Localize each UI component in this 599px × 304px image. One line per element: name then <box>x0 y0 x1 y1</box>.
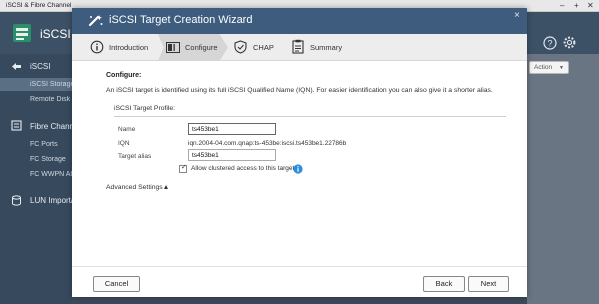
profile-title: iSCSI Target Profile: <box>114 105 176 112</box>
gear-icon[interactable] <box>562 35 577 50</box>
clustered-access-label: Allow clustered access to this target <box>191 165 295 172</box>
step-summary-label: Summary <box>310 43 343 52</box>
wizard-body: Configure: An iSCSI target is identified… <box>72 61 527 297</box>
svg-text:?: ? <box>547 39 552 49</box>
info-circle-icon <box>90 40 104 54</box>
wizard-dialog: iSCSI Target Creation Wizard × Introduct… <box>72 8 527 297</box>
iqn-label: IQN <box>118 140 130 147</box>
name-input[interactable] <box>188 123 276 135</box>
sidebar-item-iscsi-storage[interactable]: iSCSI Storage <box>0 78 72 91</box>
window-title: iSCSI & Fibre Channel <box>6 2 72 9</box>
profile-frame <box>114 116 506 208</box>
sidebar-item-remote-disk[interactable]: Remote Disk <box>0 96 72 103</box>
back-button[interactable]: Back <box>423 276 465 292</box>
info-icon[interactable] <box>293 164 303 174</box>
footer-divider <box>72 266 527 267</box>
step-configure: Configure <box>158 34 228 61</box>
configure-icon <box>166 42 180 53</box>
step-chap-label: CHAP <box>253 43 274 52</box>
wizard-steps: Introduction Configure CHAP Summary <box>72 34 527 61</box>
iqn-value: iqn.2004-04.com.qnap:ts-453be:iscsi.ts45… <box>188 140 347 147</box>
action-dropdown[interactable]: Action ▼ <box>529 61 569 74</box>
sidebar: iSCSI iSCSI Storage Remote Disk Fibre Ch… <box>0 54 72 304</box>
next-button[interactable]: Next <box>468 276 509 292</box>
advanced-settings-toggle[interactable]: Advanced Settings▲ <box>106 184 169 191</box>
sidebar-item-fc-wwpn[interactable]: FC WWPN Al <box>0 171 72 178</box>
maximize-button[interactable]: + <box>574 1 579 11</box>
caret-down-icon: ▼ <box>559 65 564 71</box>
minimize-button[interactable]: – <box>560 1 564 11</box>
app-name: iSCSI <box>40 27 71 41</box>
storage-logo-icon <box>13 24 31 42</box>
help-icon[interactable]: ? <box>543 36 557 50</box>
content-background <box>527 54 599 304</box>
configure-heading: Configure: <box>106 72 142 79</box>
wizard-title: iSCSI Target Creation Wizard <box>109 14 253 26</box>
step-configure-label: Configure <box>185 43 218 52</box>
window-close-button[interactable]: ✕ <box>587 1 594 11</box>
target-alias-label: Target alias <box>118 153 152 160</box>
cancel-button[interactable]: Cancel <box>93 276 140 292</box>
shield-check-icon <box>234 40 247 54</box>
name-label: Name <box>118 126 136 133</box>
step-chap: CHAP <box>230 34 290 61</box>
configure-description: An iSCSI target is identified using its … <box>106 87 493 94</box>
clipboard-icon <box>292 39 304 54</box>
checkmark-icon: ✓ <box>181 164 187 171</box>
sidebar-item-fibre-channel[interactable]: Fibre Channel <box>0 122 72 131</box>
action-label: Action <box>534 64 553 71</box>
close-icon[interactable]: × <box>514 10 520 21</box>
target-alias-input[interactable] <box>188 149 276 161</box>
step-summary: Summary <box>290 34 370 61</box>
step-introduction: Introduction <box>72 34 158 61</box>
sidebar-item-lun-import[interactable]: LUN Import/ <box>0 196 72 205</box>
sidebar-item-fc-ports[interactable]: FC Ports <box>0 141 72 148</box>
sidebar-item-iscsi[interactable]: iSCSI <box>0 62 72 71</box>
wizard-header: iSCSI Target Creation Wizard × <box>72 8 527 34</box>
sidebar-item-fc-storage[interactable]: FC Storage <box>0 156 72 163</box>
wizard-wand-icon <box>88 15 103 27</box>
clustered-access-checkbox[interactable]: ✓ <box>179 164 187 173</box>
step-introduction-label: Introduction <box>109 43 149 52</box>
